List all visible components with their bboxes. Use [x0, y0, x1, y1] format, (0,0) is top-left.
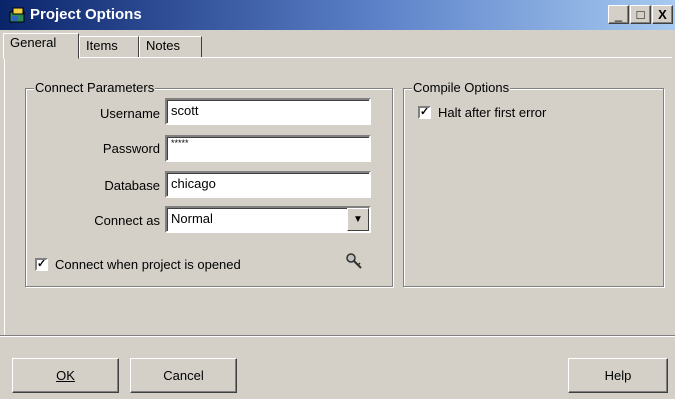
- tab-items[interactable]: Items: [79, 36, 139, 58]
- ok-button[interactable]: OK: [12, 358, 119, 393]
- tab-notes[interactable]: Notes: [139, 36, 202, 58]
- help-button[interactable]: Help: [568, 358, 668, 393]
- project-options-window: Project Options _ □ X General Items Note…: [0, 0, 675, 399]
- key-icon[interactable]: [345, 252, 363, 270]
- project-app-icon: [9, 7, 25, 23]
- password-label: Password: [102, 141, 160, 156]
- tab-strip: General Items Notes: [0, 30, 675, 59]
- tab-general[interactable]: General: [3, 33, 79, 59]
- close-button[interactable]: X: [652, 5, 673, 24]
- connect-as-select[interactable]: Normal ▼: [165, 206, 371, 233]
- username-field[interactable]: scott: [165, 98, 371, 125]
- database-label: Database: [104, 178, 160, 193]
- connect-on-open-label: Connect when project is opened: [55, 257, 241, 272]
- cancel-button[interactable]: Cancel: [130, 358, 237, 393]
- ok-button-label: OK: [56, 368, 75, 383]
- halt-after-error-label: Halt after first error: [438, 105, 547, 120]
- halt-after-error-checkbox[interactable]: ✓: [418, 106, 431, 119]
- username-label: Username: [100, 106, 160, 121]
- dropdown-arrow-icon[interactable]: ▼: [347, 208, 369, 231]
- compile-options-title: Compile Options: [412, 80, 511, 95]
- help-button-label: Help: [604, 368, 632, 383]
- minimize-button[interactable]: _: [608, 5, 629, 24]
- window-title: Project Options: [30, 6, 142, 23]
- title-bar[interactable]: Project Options _ □ X: [0, 0, 675, 30]
- connect-on-open-checkbox[interactable]: ✓: [35, 258, 48, 271]
- connect-as-value: Normal: [171, 211, 213, 226]
- connect-parameters-title: Connect Parameters: [34, 80, 156, 95]
- password-field[interactable]: *****: [165, 135, 371, 162]
- connect-as-label: Connect as: [94, 213, 160, 228]
- database-field[interactable]: chicago: [165, 171, 371, 198]
- cancel-button-label: Cancel: [163, 368, 204, 383]
- maximize-button[interactable]: □: [630, 5, 651, 24]
- bottom-separator: [0, 335, 675, 337]
